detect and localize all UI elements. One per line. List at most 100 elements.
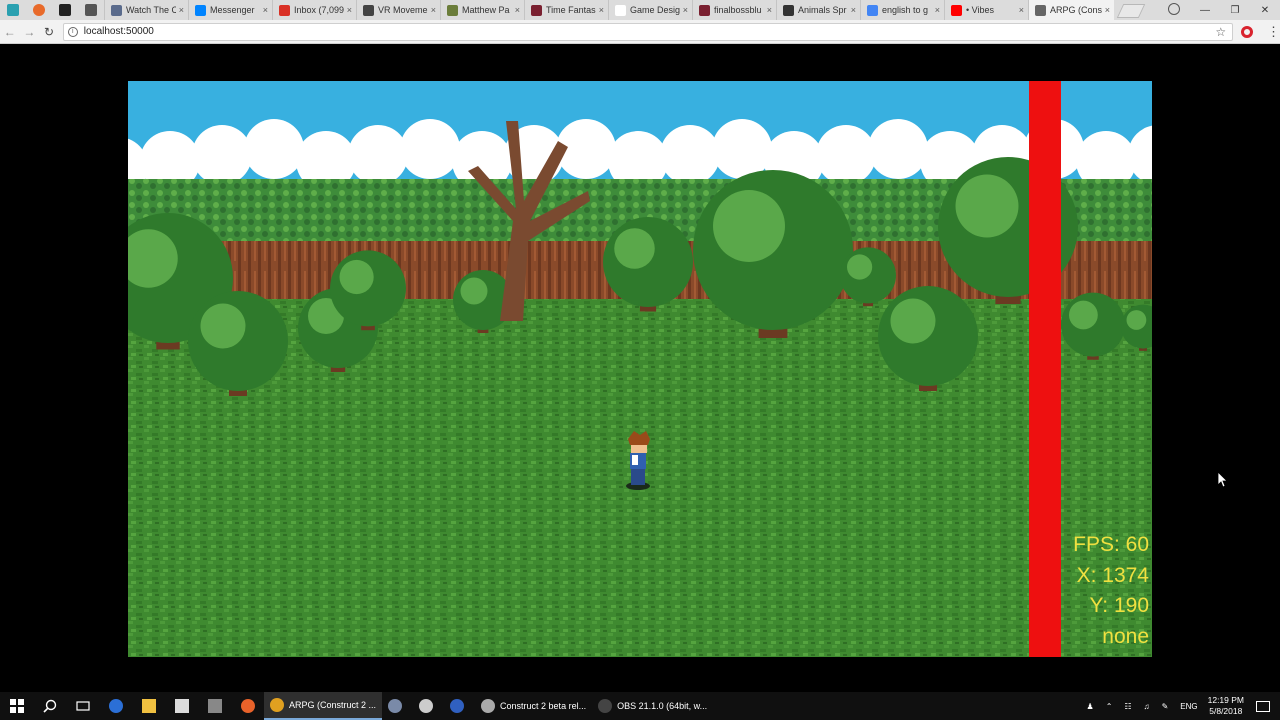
language-indicator[interactable]: ENG xyxy=(1180,702,1197,711)
cloud xyxy=(400,119,460,179)
taskbar-app[interactable] xyxy=(382,692,413,720)
tab-favicon xyxy=(531,4,542,16)
tab-close-icon[interactable]: × xyxy=(1105,5,1110,15)
bookmark-star-icon[interactable]: ☆ xyxy=(1215,25,1226,39)
debug-hud: FPS: 60 X: 1374 Y: 190 none xyxy=(1073,530,1149,652)
windows-logo-icon xyxy=(9,699,24,713)
browser-tab[interactable]: Watch The C × xyxy=(104,0,188,20)
info-icon[interactable]: i xyxy=(67,26,78,37)
search-icon[interactable] xyxy=(33,692,66,720)
taskbar-app[interactable] xyxy=(413,692,444,720)
task-view-icon[interactable] xyxy=(66,692,99,720)
tray-overflow-icon[interactable]: ⌃ xyxy=(1106,702,1113,711)
cloud xyxy=(868,119,928,179)
taskbar-app[interactable]: ARPG (Construct 2 ... xyxy=(264,692,383,720)
firefox-icon[interactable] xyxy=(231,692,264,720)
pinned-tab-4[interactable] xyxy=(78,0,104,20)
browser-tab[interactable]: Inbox (7,099 × xyxy=(272,0,356,20)
tab-close-icon[interactable]: × xyxy=(179,5,184,15)
address-bar[interactable]: i localhost:50000 ☆ xyxy=(62,22,1234,41)
store-icon[interactable] xyxy=(165,692,198,720)
app-icon xyxy=(450,699,465,713)
forward-arrow-icon[interactable]: → xyxy=(20,22,40,42)
people-icon[interactable]: ♟ xyxy=(1087,702,1094,711)
browser-tab[interactable]: Matthew Pa × xyxy=(440,0,524,20)
browser-tab[interactable]: english to g × xyxy=(860,0,944,20)
edge-browser-icon[interactable] xyxy=(99,692,132,720)
taskbar-app-label: Construct 2 beta rel... xyxy=(500,701,587,711)
profile-icon[interactable] xyxy=(1168,3,1180,15)
browser-toolbar: ← → ↻ i localhost:50000 ☆ ⋮ xyxy=(0,20,1280,44)
app-icon xyxy=(270,698,284,712)
tab-close-icon[interactable]: × xyxy=(767,5,772,15)
minimize-button[interactable]: — xyxy=(1190,0,1220,20)
notification-icon[interactable] xyxy=(1256,700,1270,712)
browser-tab[interactable]: Messenger × xyxy=(188,0,272,20)
app-icon xyxy=(59,4,71,16)
tab-close-icon[interactable]: × xyxy=(599,5,604,15)
taskbar-app-list: ARPG (Construct 2 ... Construct 2 beta re… xyxy=(264,692,713,720)
pen-icon[interactable]: ✎ xyxy=(1162,702,1169,711)
tab-close-icon[interactable]: × xyxy=(515,5,520,15)
tab-favicon xyxy=(447,4,458,16)
taskbar-app[interactable] xyxy=(444,692,475,720)
tab-close-icon[interactable]: × xyxy=(347,5,352,15)
menu-dots-icon[interactable]: ⋮ xyxy=(1267,25,1280,38)
close-button[interactable]: ✕ xyxy=(1250,0,1280,20)
tab-close-icon[interactable]: × xyxy=(431,5,436,15)
pinned-tabs xyxy=(0,0,104,20)
tab-title: Time Fantas xyxy=(546,5,596,15)
tab-close-icon[interactable]: × xyxy=(1019,5,1024,15)
volume-icon[interactable]: ♫ xyxy=(1144,702,1150,711)
browser-tab[interactable]: Game Desig × xyxy=(608,0,692,20)
restore-button[interactable]: ❐ xyxy=(1220,0,1250,20)
back-arrow-icon[interactable]: ← xyxy=(0,22,20,42)
browser-tab[interactable]: ARPG (Cons × xyxy=(1028,0,1114,20)
network-icon[interactable]: ☷ xyxy=(1124,702,1131,711)
tab-favicon xyxy=(363,4,374,16)
browser-tab[interactable]: VR Moveme × xyxy=(356,0,440,20)
tab-close-icon[interactable]: × xyxy=(683,5,688,15)
y-readout: Y: 190 xyxy=(1089,594,1149,617)
new-tab-button[interactable] xyxy=(1116,4,1146,18)
tab-title: Messenger xyxy=(210,5,255,15)
pinned-tab-2[interactable] xyxy=(26,0,52,20)
pinned-tab-3[interactable] xyxy=(52,0,78,20)
system-clock[interactable]: 12:19 PM 5/8/2018 xyxy=(1208,695,1244,717)
tab-title: ARPG (Cons xyxy=(1050,5,1102,15)
taskbar-app[interactable]: OBS 21.1.0 (64bit, w... xyxy=(592,692,713,720)
tab-favicon xyxy=(1035,4,1046,16)
file-explorer-icon[interactable] xyxy=(132,692,165,720)
cloud xyxy=(816,125,876,185)
url-text: localhost:50000 xyxy=(83,26,154,37)
reload-icon[interactable]: ↻ xyxy=(39,22,59,42)
window-controls: — ❐ ✕ xyxy=(1190,0,1280,20)
calculator-icon[interactable] xyxy=(198,692,231,720)
browser-tab[interactable]: Animals Spr × xyxy=(776,0,860,20)
start-button[interactable] xyxy=(0,692,33,720)
windows-taskbar: ARPG (Construct 2 ... Construct 2 beta re… xyxy=(0,692,1280,720)
browser-tab[interactable]: Time Fantas × xyxy=(524,0,608,20)
pinned-tab-1[interactable] xyxy=(0,0,26,20)
opera-extension-icon[interactable] xyxy=(1241,25,1253,38)
fps-readout: FPS: 60 xyxy=(1073,533,1149,556)
app-icon xyxy=(85,4,97,16)
tab-title: Game Desig xyxy=(630,5,680,15)
browser-tab[interactable]: finalbossblu × xyxy=(692,0,776,20)
clock-date: 5/8/2018 xyxy=(1209,706,1243,716)
tab-title: VR Moveme xyxy=(378,5,428,15)
tab-favicon xyxy=(867,4,878,16)
tab-title: Watch The C xyxy=(126,5,176,15)
tab-title: english to g xyxy=(882,5,929,15)
tab-close-icon[interactable]: × xyxy=(851,5,856,15)
cloud xyxy=(660,125,720,185)
browser-tab[interactable]: • Vibes × xyxy=(944,0,1028,20)
state-readout: none xyxy=(1102,624,1149,648)
taskbar-app-label: ARPG (Construct 2 ... xyxy=(289,700,377,710)
taskbar-app[interactable]: Construct 2 beta rel... xyxy=(475,692,592,720)
tab-close-icon[interactable]: × xyxy=(935,5,940,15)
tab-favicon xyxy=(951,4,962,16)
tab-title: Animals Spr xyxy=(798,5,847,15)
tab-close-icon[interactable]: × xyxy=(263,5,268,15)
game-canvas[interactable]: FPS: 60 X: 1374 Y: 190 none xyxy=(128,81,1152,657)
